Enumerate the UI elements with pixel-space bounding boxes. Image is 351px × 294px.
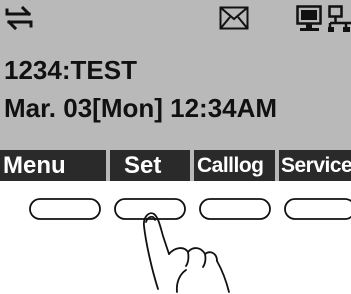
handset-arrows-icon bbox=[5, 5, 33, 31]
computer-icon bbox=[296, 5, 322, 31]
softkey-set[interactable]: Set bbox=[110, 150, 190, 181]
softkey-button-4[interactable] bbox=[284, 198, 351, 220]
softkey-button-2[interactable] bbox=[114, 198, 186, 220]
pointing-hand-icon bbox=[143, 212, 230, 293]
network-icon bbox=[328, 5, 351, 32]
softkey-bar: Menu Set Calllog Service bbox=[0, 150, 351, 181]
softkey-buttons-panel bbox=[29, 198, 351, 293]
date-time-label: Mar. 03[Mon] 12:34AM bbox=[4, 93, 278, 123]
softkey-calllog[interactable]: Calllog bbox=[194, 150, 275, 181]
softkey-button-3[interactable] bbox=[199, 198, 271, 220]
softkey-button-1[interactable] bbox=[29, 198, 101, 220]
lcd-screen: 1234:TEST Mar. 03[Mon] 12:34AM Menu Set … bbox=[0, 0, 351, 181]
extension-label: 1234:TEST bbox=[4, 55, 137, 85]
envelope-icon bbox=[219, 6, 249, 30]
status-bar bbox=[0, 0, 351, 46]
softkey-menu[interactable]: Menu bbox=[0, 150, 106, 181]
softkey-service[interactable]: Service bbox=[279, 150, 351, 181]
